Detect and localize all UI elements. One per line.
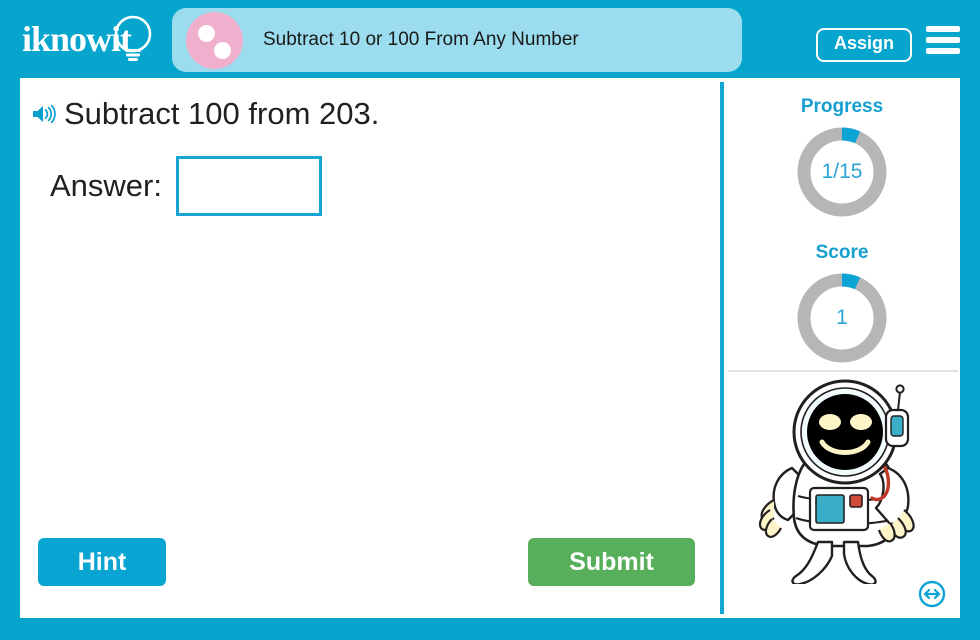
avatar-dot-bottom: [214, 41, 231, 59]
app-header: iknowit Subtract 10 or 100 From Any Numb…: [0, 0, 980, 78]
submit-button[interactable]: Submit: [528, 538, 695, 586]
question-prompt: Subtract 100 from 203.: [64, 96, 380, 131]
lesson-title: Subtract 10 or 100 From Any Number: [263, 29, 579, 50]
answer-label: Answer:: [50, 168, 162, 203]
score-ring: 1: [794, 270, 890, 366]
sidebar-divider: [728, 370, 958, 372]
menu-bar-2: [926, 37, 960, 43]
assign-button[interactable]: Assign: [815, 28, 912, 62]
hint-button[interactable]: Hint: [38, 538, 166, 586]
resize-horizontal-icon[interactable]: [918, 580, 946, 608]
answer-input[interactable]: [175, 156, 322, 216]
pink-dots-avatar-icon: [186, 11, 243, 69]
score-value: 1: [836, 306, 848, 329]
hamburger-menu-icon[interactable]: [926, 26, 960, 54]
lightbulb-icon: [114, 15, 152, 61]
menu-bar-3: [926, 48, 960, 54]
speaker-audio-icon[interactable]: [32, 103, 58, 125]
progress-meter: Progress 1/15: [724, 96, 960, 220]
avatar-dot-top: [198, 24, 215, 42]
menu-bar-1: [926, 26, 960, 32]
score-meter: Score 1: [724, 242, 960, 366]
content-card: Subtract 100 from 203. Answer: Hint Subm…: [20, 78, 960, 618]
question-row: Subtract 100 from 203.: [32, 96, 379, 132]
app-window: iknowit Subtract 10 or 100 From Any Numb…: [0, 0, 980, 640]
progress-value: 1/15: [821, 160, 863, 183]
score-title: Score: [815, 242, 869, 263]
astronaut-mascot-icon: [758, 379, 915, 584]
question-panel: Subtract 100 from 203. Answer: Hint Subm…: [20, 78, 720, 618]
lesson-title-pill: Subtract 10 or 100 From Any Number: [172, 8, 742, 72]
progress-title: Progress: [800, 96, 884, 117]
progress-ring: 1/15: [794, 124, 890, 220]
answer-row: Answer:: [50, 156, 322, 216]
iknowit-logo[interactable]: iknowit: [22, 14, 164, 66]
status-sidebar: Progress 1/15 Score 1: [724, 78, 960, 618]
